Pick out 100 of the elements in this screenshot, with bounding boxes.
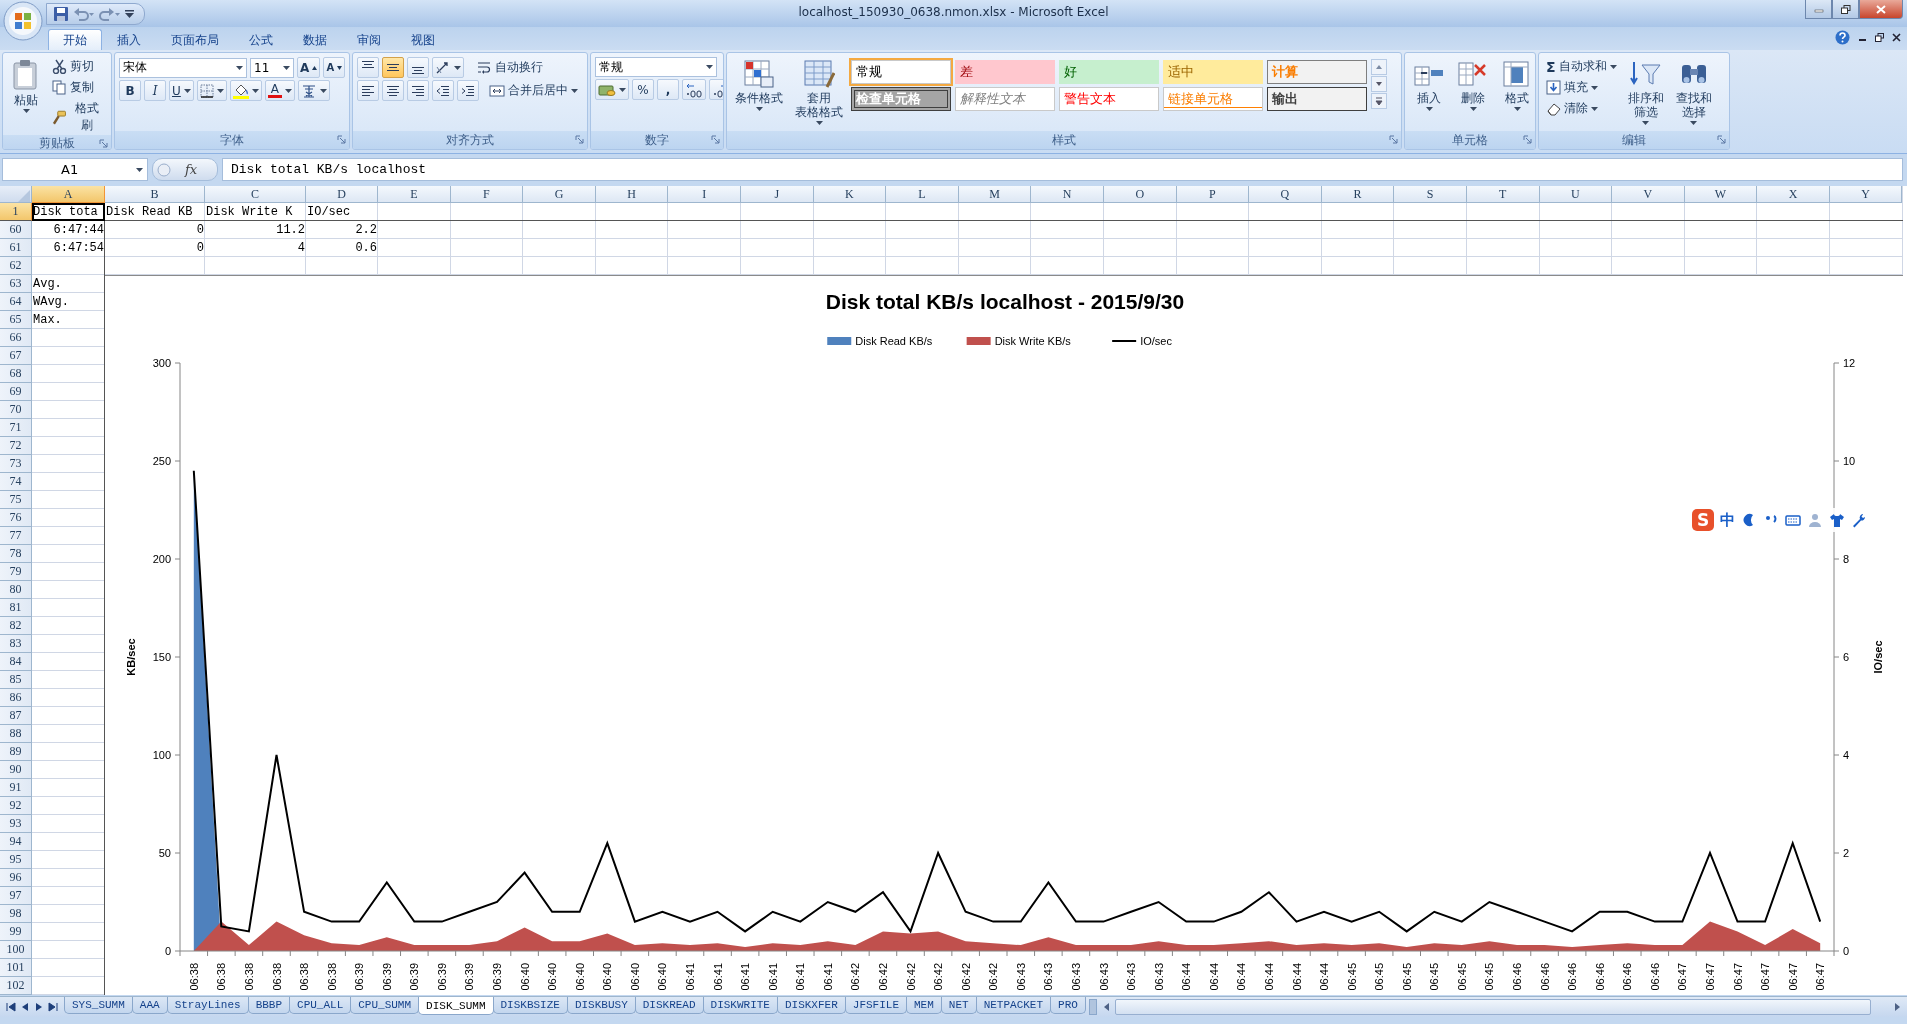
format-painter-button[interactable]: 格式刷 — [49, 99, 107, 135]
sheet-tab[interactable]: StrayLines — [166, 997, 249, 1014]
cell-style-option[interactable]: 常规 — [851, 60, 951, 84]
row-header[interactable]: 99 — [0, 923, 32, 941]
autosum-button[interactable]: Σ 自动求和 — [1543, 57, 1620, 76]
format-as-table-button[interactable]: 套用 表格格式 — [791, 57, 847, 127]
ribbon-tab[interactable]: 页面布局 — [156, 29, 234, 50]
column-header[interactable]: F — [450, 186, 524, 203]
paste-button[interactable]: 粘贴 — [7, 57, 45, 115]
dialog-launcher-icon[interactable] — [1717, 135, 1726, 144]
row-header[interactable]: 101 — [0, 959, 32, 977]
increase-indent-button[interactable] — [457, 80, 479, 101]
first-sheet-icon[interactable] — [6, 1002, 16, 1012]
sheet-tab[interactable]: DISK_SUMM — [418, 997, 494, 1015]
ribbon-tab[interactable]: 公式 — [234, 29, 288, 50]
previous-sheet-icon[interactable] — [20, 1002, 30, 1012]
borders-button[interactable] — [196, 80, 227, 101]
scroll-up-icon[interactable] — [1371, 59, 1387, 75]
sheet-tab[interactable]: PRO — [1050, 997, 1086, 1014]
underline-button[interactable]: U — [169, 80, 194, 101]
row-header[interactable]: 67 — [0, 347, 32, 365]
row-header[interactable]: 90 — [0, 761, 32, 779]
row-header[interactable]: 92 — [0, 797, 32, 815]
name-box[interactable]: A1 — [2, 158, 148, 181]
format-button[interactable]: 格式 — [1497, 57, 1535, 113]
row-header[interactable]: 94 — [0, 833, 32, 851]
scrollbar-thumb[interactable] — [1114, 999, 1871, 1015]
ime-logo[interactable]: S — [1692, 509, 1714, 531]
close-button[interactable] — [1859, 0, 1903, 19]
row-header[interactable]: 93 — [0, 815, 32, 833]
sheet-tab[interactable]: AAA — [131, 997, 168, 1014]
cell-style-option[interactable]: 差 — [955, 60, 1055, 84]
column-header[interactable]: H — [595, 186, 669, 203]
customize-menu-icon[interactable] — [125, 10, 134, 18]
phonetic-guide-button[interactable] — [297, 80, 330, 101]
sheet-tab[interactable]: BBBP — [247, 997, 291, 1014]
next-sheet-icon[interactable] — [34, 1002, 44, 1012]
column-header[interactable]: J — [740, 186, 814, 203]
cell-style-option[interactable]: 好 — [1059, 60, 1159, 84]
wrap-text-button[interactable]: 自动换行 — [473, 58, 546, 77]
column-header[interactable]: I — [668, 186, 741, 203]
resize-handle-icon[interactable] — [157, 162, 171, 177]
row-header[interactable]: 87 — [0, 707, 32, 725]
ime-mode-button[interactable]: 中 — [1720, 510, 1735, 530]
sheet-tab[interactable]: CPU_ALL — [289, 997, 352, 1014]
row-header[interactable]: 95 — [0, 851, 32, 869]
center-button[interactable] — [382, 80, 404, 101]
align-bottom-button[interactable] — [407, 57, 429, 78]
column-header[interactable]: W — [1684, 186, 1758, 203]
last-sheet-icon[interactable] — [48, 1002, 58, 1012]
row-header[interactable]: 97 — [0, 887, 32, 905]
row-header[interactable]: 64 — [0, 293, 32, 311]
cut-button[interactable]: 剪切 — [49, 57, 107, 76]
row-header[interactable]: 89 — [0, 743, 32, 761]
column-header[interactable]: D — [306, 186, 378, 203]
column-header[interactable]: Q — [1249, 186, 1322, 203]
row-header[interactable]: 100 — [0, 941, 32, 959]
keyboard-icon[interactable] — [1785, 512, 1801, 528]
ribbon-tab[interactable]: 数据 — [288, 29, 342, 50]
column-header[interactable]: A — [32, 186, 105, 203]
grow-font-button[interactable]: A — [297, 57, 321, 78]
sheet-tab[interactable]: JFSFILE — [844, 997, 907, 1014]
cell-style-option[interactable]: 解释性文本 — [955, 87, 1055, 111]
ribbon-tab[interactable]: 插入 — [102, 29, 156, 50]
row-header[interactable]: 79 — [0, 563, 32, 581]
comma-button[interactable]: , — [657, 79, 679, 100]
clear-button[interactable]: 清除 — [1543, 99, 1620, 118]
row-header[interactable]: 82 — [0, 617, 32, 635]
row-header[interactable]: 76 — [0, 509, 32, 527]
sheet-tab[interactable]: DISKBSIZE — [492, 997, 568, 1014]
row-header[interactable]: 98 — [0, 905, 32, 923]
sort-filter-button[interactable]: 排序和 筛选 — [1623, 57, 1668, 127]
row-header[interactable]: 84 — [0, 653, 32, 671]
formula-field[interactable]: Disk total KB/s localhost — [222, 158, 1903, 181]
align-middle-button[interactable] — [382, 57, 404, 78]
percent-button[interactable]: % — [632, 79, 654, 100]
column-header[interactable]: P — [1176, 186, 1250, 203]
row-header[interactable]: 91 — [0, 779, 32, 797]
align-top-button[interactable] — [357, 57, 379, 78]
row-header[interactable]: 62 — [0, 257, 32, 275]
dialog-launcher-icon[interactable] — [99, 139, 108, 148]
column-header[interactable]: L — [886, 186, 959, 203]
row-header[interactable]: 86 — [0, 689, 32, 707]
row-header[interactable]: 69 — [0, 383, 32, 401]
dialog-launcher-icon[interactable] — [711, 135, 720, 144]
row-header[interactable]: 85 — [0, 671, 32, 689]
sheet-tab[interactable]: DISKXFER — [776, 997, 846, 1014]
row-header[interactable]: 68 — [0, 365, 32, 383]
dialog-launcher-icon[interactable] — [1523, 135, 1532, 144]
number-format-field[interactable]: 常规 — [595, 57, 717, 77]
dialog-launcher-icon[interactable] — [337, 135, 346, 144]
cell-style-option[interactable]: 输出 — [1267, 87, 1367, 111]
column-header[interactable]: B — [105, 186, 205, 203]
column-header[interactable]: X — [1757, 186, 1830, 203]
row-header[interactable]: 83 — [0, 635, 32, 653]
row-header[interactable]: 61 — [0, 239, 32, 257]
copy-button[interactable]: 复制 — [49, 78, 107, 97]
restore-icon[interactable] — [1875, 33, 1884, 42]
sheet-tab[interactable]: CPU_SUMM — [350, 997, 420, 1014]
row-header[interactable]: 65 — [0, 311, 32, 329]
